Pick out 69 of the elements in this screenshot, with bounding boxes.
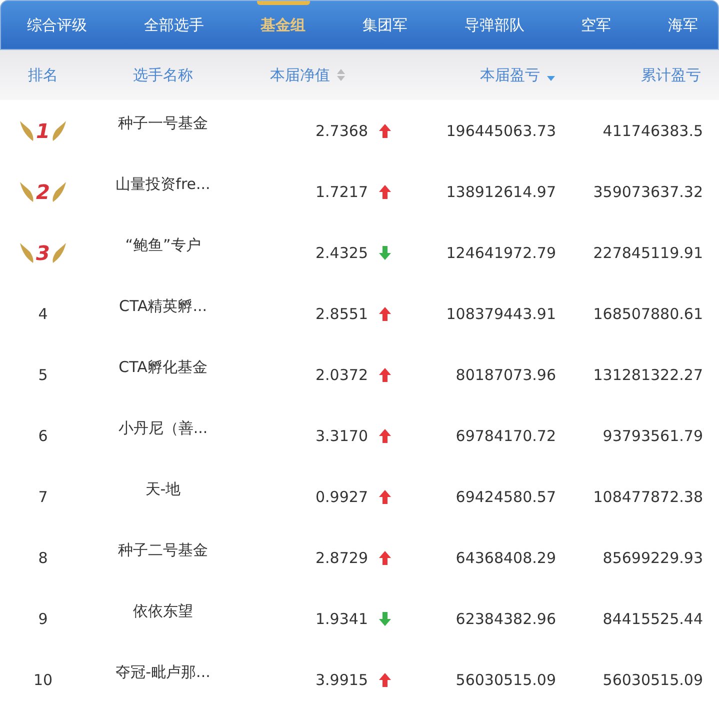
net-value: 2.0372 bbox=[316, 366, 368, 384]
tab[interactable]: 基金组 bbox=[246, 1, 320, 49]
wing-icon bbox=[50, 240, 67, 264]
wing-icon bbox=[19, 180, 36, 204]
current-profit: 64368408.29 bbox=[456, 548, 556, 566]
player-name: 夺冠-毗卢那... bbox=[116, 663, 210, 682]
current-profit: 69424580.57 bbox=[456, 488, 556, 506]
column-header[interactable]: 排名 bbox=[28, 66, 58, 84]
current-profit: 69784170.72 bbox=[456, 426, 556, 444]
wing-icon bbox=[50, 180, 67, 204]
current-profit: 108379443.91 bbox=[446, 304, 556, 322]
current-profit: 56030515.09 bbox=[456, 670, 556, 688]
column-header[interactable]: 累计盈亏 bbox=[641, 66, 701, 84]
current-profit: 124641972.79 bbox=[446, 244, 556, 262]
column-header[interactable]: 选手名称 bbox=[133, 66, 193, 84]
column-header[interactable]: 本届盈亏 bbox=[480, 66, 540, 84]
wing-icon bbox=[19, 118, 36, 142]
total-profit: 84415525.44 bbox=[602, 610, 703, 628]
wing-icon bbox=[50, 118, 67, 142]
net-value: 2.8551 bbox=[316, 304, 368, 322]
tab[interactable]: 全部选手 bbox=[130, 1, 218, 49]
tab[interactable]: 集团军 bbox=[348, 1, 422, 49]
net-value: 3.9915 bbox=[316, 670, 368, 688]
rank-number: 7 bbox=[38, 488, 48, 506]
rank-number: 9 bbox=[38, 610, 48, 628]
total-profit: 411746383.5 bbox=[602, 122, 703, 140]
total-profit: 227845119.91 bbox=[593, 244, 703, 262]
rank-number: 6 bbox=[38, 426, 48, 444]
current-profit: 80187073.96 bbox=[456, 366, 556, 384]
current-profit: 62384382.96 bbox=[456, 610, 556, 628]
column-header[interactable]: 本届净值 bbox=[270, 66, 330, 84]
net-value: 1.9341 bbox=[316, 610, 368, 628]
net-value: 0.9927 bbox=[316, 488, 368, 506]
player-name: 山量投资fre... bbox=[116, 175, 210, 194]
total-profit: 131281322.27 bbox=[593, 366, 703, 384]
player-name: 依依东望 bbox=[133, 602, 193, 621]
net-value: 2.8729 bbox=[316, 548, 368, 566]
total-profit: 56030515.09 bbox=[602, 670, 703, 688]
player-name: CTA精英孵... bbox=[118, 297, 208, 316]
player-name: 小丹尼（善... bbox=[118, 419, 208, 438]
net-value: 1.7217 bbox=[316, 182, 368, 200]
total-profit: 108477872.38 bbox=[593, 488, 703, 506]
tab[interactable]: 综合评级 bbox=[13, 1, 101, 49]
rank-number: 5 bbox=[38, 366, 48, 384]
rank-number: 1 bbox=[36, 118, 50, 142]
player-name: 种子一号基金 bbox=[118, 114, 208, 133]
tab[interactable]: 导弹部队 bbox=[450, 1, 538, 49]
net-value: 2.4325 bbox=[316, 244, 368, 262]
total-profit: 93793561.79 bbox=[602, 426, 703, 444]
rank-number: 8 bbox=[38, 548, 48, 566]
total-profit: 168507880.61 bbox=[593, 304, 703, 322]
rank-number: 3 bbox=[36, 240, 50, 264]
total-profit: 85699229.93 bbox=[602, 548, 703, 566]
player-name: CTA孵化基金 bbox=[118, 358, 208, 377]
net-value: 2.7368 bbox=[316, 122, 368, 140]
tab[interactable]: 空军 bbox=[567, 1, 626, 49]
tab[interactable]: 海军 bbox=[654, 1, 712, 49]
rank-number: 10 bbox=[33, 670, 53, 688]
current-profit: 138912614.97 bbox=[446, 182, 556, 200]
net-value: 3.3170 bbox=[316, 426, 368, 444]
player-name: 种子二号基金 bbox=[118, 541, 208, 560]
player-name: “鲍鱼”专户 bbox=[125, 236, 201, 255]
rank-number: 2 bbox=[36, 180, 50, 204]
wing-icon bbox=[19, 240, 36, 264]
total-profit: 359073637.32 bbox=[593, 182, 703, 200]
rank-number: 4 bbox=[38, 304, 48, 322]
player-name: 天-地 bbox=[145, 480, 181, 499]
current-profit: 196445063.73 bbox=[446, 122, 556, 140]
sort-icon[interactable] bbox=[336, 68, 346, 82]
